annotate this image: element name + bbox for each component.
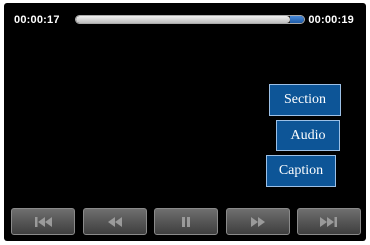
previous-button[interactable] <box>11 208 75 235</box>
section-button[interactable]: Section <box>269 84 341 116</box>
elapsed-time: 00:00:17 <box>14 14 60 26</box>
audio-button[interactable]: Audio <box>276 120 340 151</box>
seek-remaining <box>290 16 304 23</box>
caption-button[interactable]: Caption <box>266 155 336 187</box>
pause-icon <box>180 216 192 228</box>
fast-forward-button[interactable] <box>225 208 290 235</box>
seek-progress <box>76 16 291 23</box>
playback-controls <box>11 208 361 235</box>
skip-forward-icon <box>319 216 339 228</box>
fast-forward-icon <box>249 216 267 228</box>
rewind-button[interactable] <box>82 208 147 235</box>
video-player: 00:00:17 00:00:19 Section Audio Caption <box>4 3 366 241</box>
pause-button[interactable] <box>154 208 218 235</box>
skip-back-icon <box>33 216 53 228</box>
seek-bar[interactable] <box>75 15 305 24</box>
rewind-icon <box>106 216 124 228</box>
next-button[interactable] <box>297 208 361 235</box>
total-time: 00:00:19 <box>308 14 354 26</box>
